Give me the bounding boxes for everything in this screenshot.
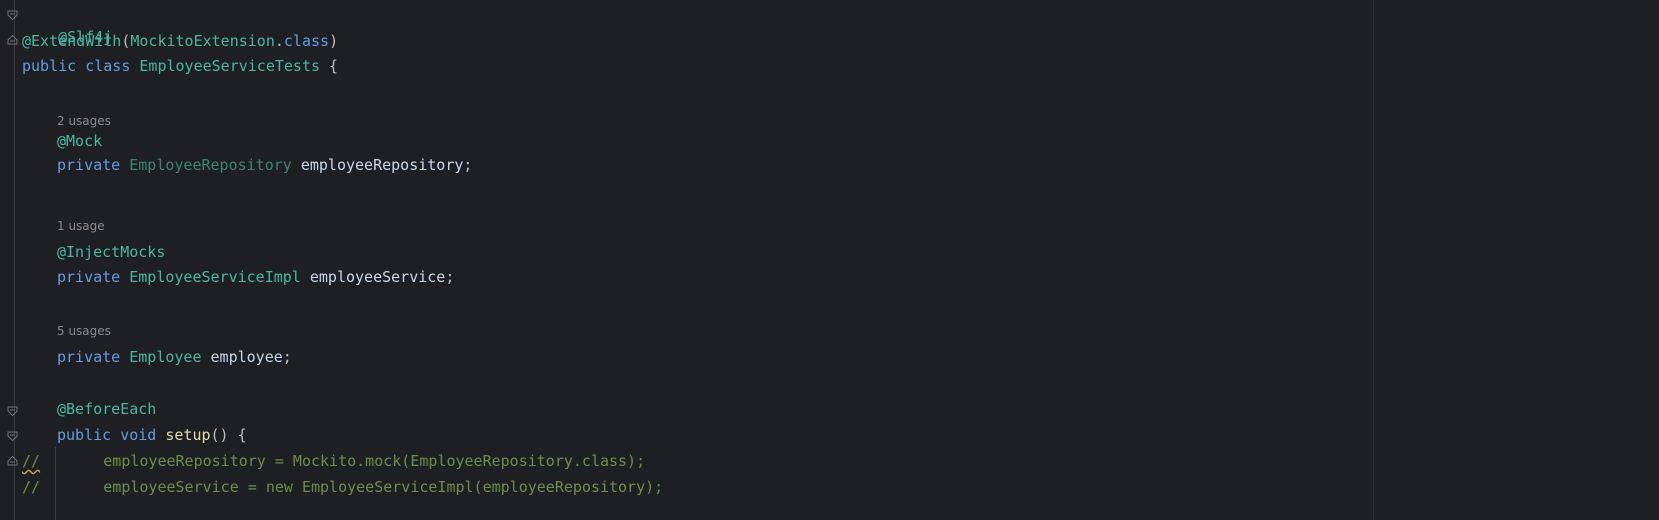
fold-end-icon[interactable] [7, 34, 18, 45]
semicolon: ; [445, 268, 455, 286]
code-line[interactable]: public class EmployeeServiceTests { [22, 55, 338, 77]
code-line[interactable]: @Slf4j [22, 4, 112, 46]
fold-start-icon[interactable] [7, 406, 18, 417]
field-name: employeeRepository [300, 156, 464, 174]
comment-text: employeeRepository = Mockito.mock(Employ… [40, 452, 646, 470]
annotation: @InjectMocks [57, 243, 166, 261]
code-line[interactable]: // employeeRepository = Mockito.mock(Emp… [22, 450, 645, 472]
keyword: private [57, 268, 121, 286]
field-name: employeeService [309, 268, 446, 286]
method-name: setup [165, 426, 211, 444]
keyword: void [120, 426, 157, 444]
semicolon: ; [282, 348, 292, 366]
keyword: public [57, 426, 112, 444]
keyword: private [57, 348, 121, 366]
code-editor[interactable]: @Slf4j @ExtendWith(MockitoExtension.clas… [0, 0, 1659, 520]
right-margin-guide [1373, 0, 1374, 520]
code-line[interactable]: private EmployeeRepository employeeRepos… [57, 154, 472, 176]
fold-end-icon[interactable] [7, 455, 18, 466]
keyword: class [85, 57, 131, 75]
code-line[interactable]: @ExtendWith(MockitoExtension.class) [22, 30, 338, 52]
code-line[interactable]: private EmployeeServiceImpl employeeServ… [57, 266, 454, 288]
class-name: MockitoExtension [130, 32, 275, 50]
paren: ) [329, 32, 339, 50]
code-line[interactable]: @BeforeEach [57, 398, 156, 420]
gutter-divider [14, 0, 15, 520]
keyword: class [283, 32, 330, 50]
keyword: public [22, 57, 77, 75]
keyword: private [57, 156, 121, 174]
field-name: employee [210, 348, 283, 366]
code-line[interactable]: public void setup() { [57, 424, 247, 446]
fold-start-icon[interactable] [7, 431, 18, 442]
type-name: EmployeeServiceImpl [129, 268, 301, 286]
code-line[interactable]: @InjectMocks [57, 241, 165, 263]
annotation: @ExtendWith [22, 32, 122, 50]
usages-hint[interactable]: 5 usages [57, 322, 111, 340]
comment-marker: // [22, 452, 41, 470]
class-name: EmployeeServiceTests [139, 57, 321, 75]
method-params: () { [210, 426, 247, 444]
usages-hint[interactable]: 1 usage [57, 217, 105, 235]
dot: . [274, 32, 284, 50]
type-name: Employee [129, 348, 202, 366]
comment-text: // employeeService = new EmployeeService… [22, 478, 664, 496]
code-line[interactable]: // employeeService = new EmployeeService… [22, 476, 663, 498]
fold-start-icon[interactable] [7, 10, 18, 21]
code-line[interactable]: private Employee employee; [57, 346, 292, 368]
annotation: @Mock [57, 132, 103, 150]
type-name: EmployeeRepository [129, 156, 292, 174]
code-line[interactable]: @Mock [57, 130, 102, 152]
usages-hint[interactable]: 2 usages [57, 112, 111, 130]
annotation: @BeforeEach [57, 400, 157, 418]
semicolon: ; [463, 156, 473, 174]
brace: { [320, 57, 339, 75]
